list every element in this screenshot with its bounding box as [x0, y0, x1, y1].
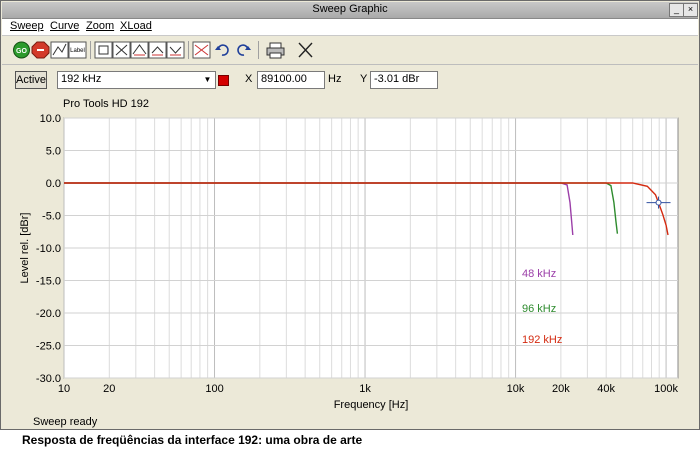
sweep-graphic-window: Sweep Graphic _ × Sweep Curve Zoom XLoad… [0, 0, 700, 430]
x-tick-label: 20 [103, 383, 115, 395]
frequency-response-chart[interactable]: 10.05.00.0-5.0-10.0-15.0-20.0-25.0-30.01… [1, 1, 700, 431]
x-tick-label: 40k [597, 383, 615, 395]
legend-label: 48 kHz [522, 268, 556, 280]
x-axis-label: Frequency [Hz] [334, 399, 409, 411]
x-tick-label: 1k [359, 383, 371, 395]
y-tick-label: -5.0 [42, 211, 61, 223]
y-tick-label: 0.0 [46, 178, 61, 190]
y-tick-label: -20.0 [36, 308, 61, 320]
x-tick-label: 100k [654, 383, 678, 395]
x-tick-label: 100 [205, 383, 223, 395]
y-tick-label: 10.0 [40, 113, 61, 125]
y-tick-label: 5.0 [46, 146, 61, 158]
x-tick-label: 10k [507, 383, 525, 395]
legend-label: 96 kHz [522, 303, 556, 315]
y-tick-label: -15.0 [36, 276, 61, 288]
x-tick-label: 10 [58, 383, 70, 395]
y-axis-label: Level rel. [dBr] [19, 213, 31, 284]
y-tick-label: -25.0 [36, 341, 61, 353]
y-tick-label: -10.0 [36, 243, 61, 255]
status-text: Sweep ready [33, 416, 98, 428]
image-caption: Resposta de freqüências da interface 192… [22, 433, 363, 447]
cursor-marker[interactable] [655, 199, 662, 206]
legend-label: 192 kHz [522, 334, 562, 346]
x-tick-label: 20k [552, 383, 570, 395]
